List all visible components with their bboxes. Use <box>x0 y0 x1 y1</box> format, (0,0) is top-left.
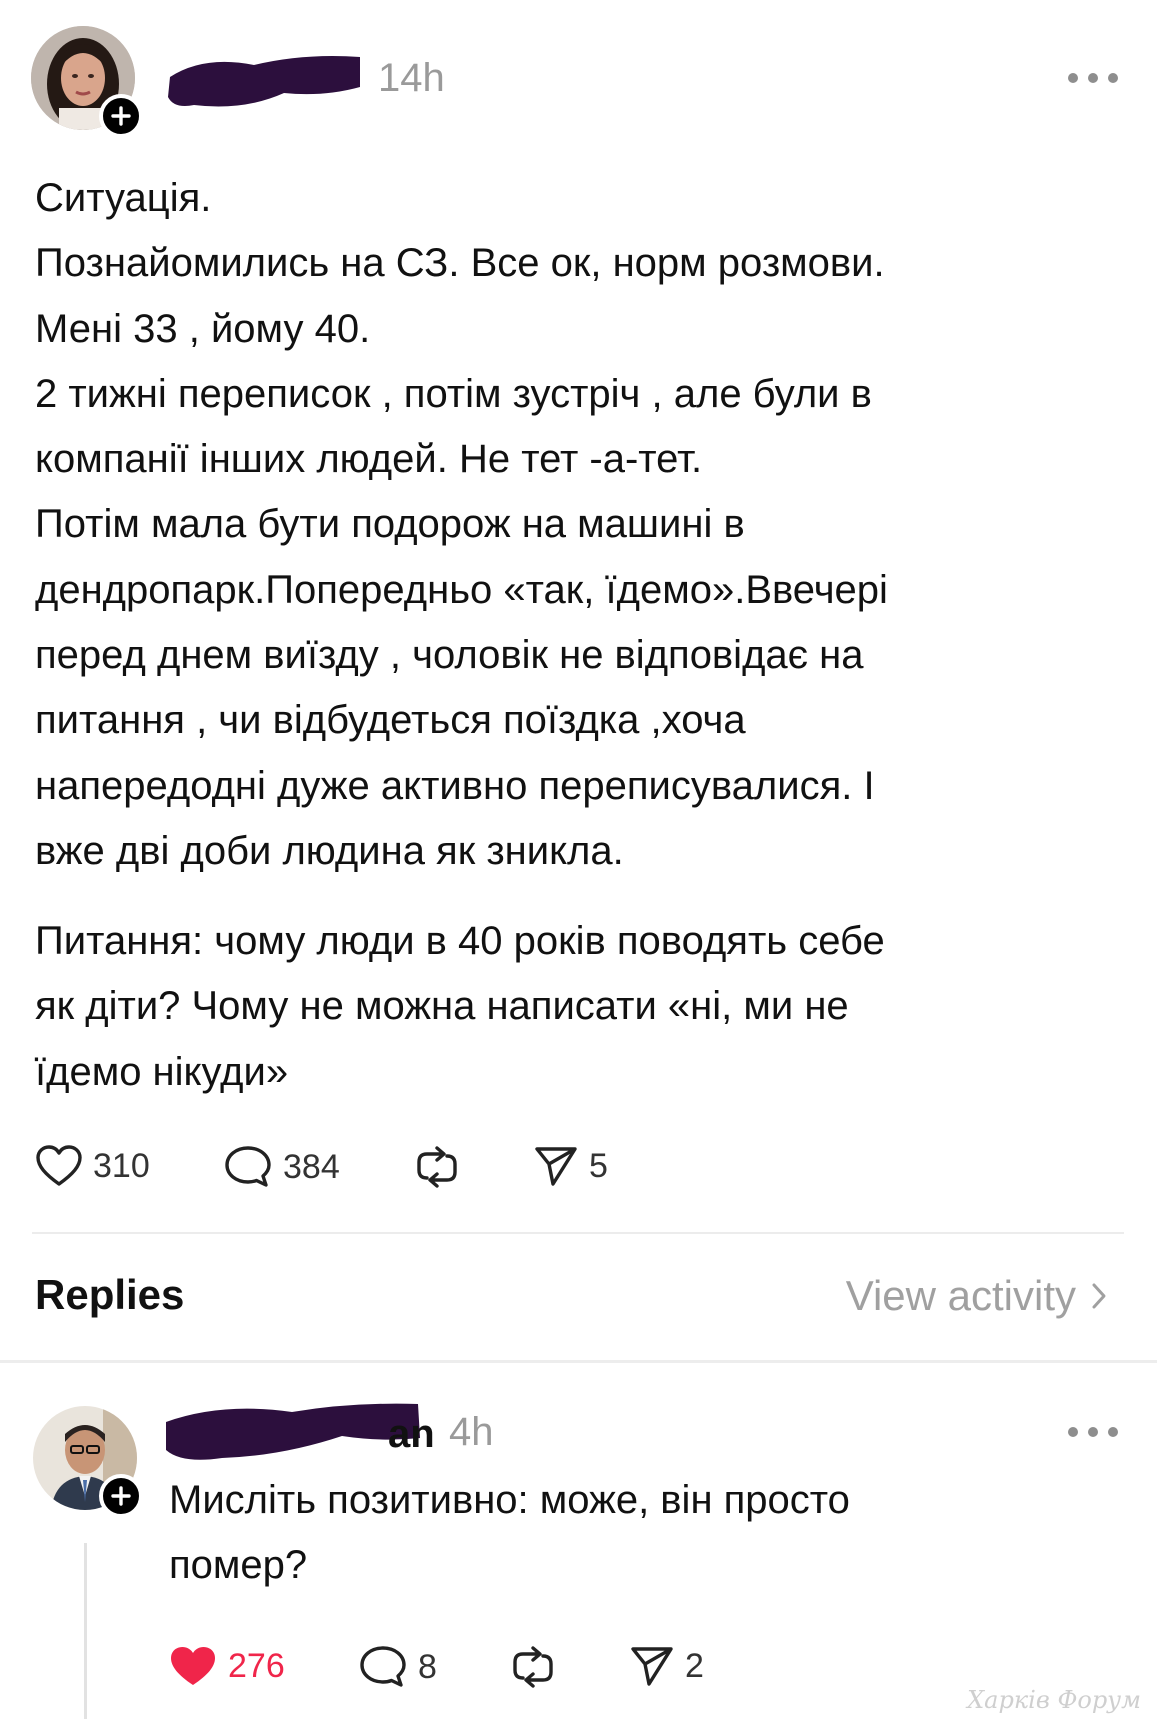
reply-line: Мисліть позитивно: може, він просто <box>169 1478 850 1522</box>
reply-time: 4h <box>449 1410 494 1454</box>
repost-icon <box>513 1646 553 1688</box>
post-line: Потім мала бути подорож на машині в <box>35 502 745 547</box>
reply-repost-button[interactable] <box>509 1644 557 1690</box>
more-options-icon[interactable] <box>1068 1425 1118 1439</box>
reply-line: помер? <box>169 1543 308 1587</box>
post-time: 14h <box>378 56 445 100</box>
divider <box>0 1360 1157 1363</box>
share-count: 2 <box>685 1646 704 1685</box>
heart-icon <box>36 1145 82 1186</box>
post-line: Мені 33 , йому 40. <box>35 306 371 351</box>
thread-line <box>84 1543 87 1719</box>
post-line: дендропарк.Попередньо «так, їдемо».Ввече… <box>35 567 888 612</box>
redacted-username <box>168 56 360 107</box>
post-line: Познайомились на СЗ. Все ок, норм розмов… <box>35 241 885 286</box>
share-count: 5 <box>589 1146 608 1185</box>
comment-count: 384 <box>283 1147 340 1186</box>
comment-count: 8 <box>418 1647 437 1686</box>
reply-author-name-fragment: an <box>388 1412 435 1456</box>
post-like-button[interactable]: 310 <box>35 1144 150 1188</box>
post-line: Питання: чому люди в 40 років поводять с… <box>35 919 885 963</box>
reply-like-button[interactable]: 276 <box>168 1644 285 1688</box>
heart-filled-icon <box>171 1647 215 1685</box>
post-share-button[interactable]: 5 <box>533 1144 608 1188</box>
more-options-icon[interactable] <box>1068 71 1118 85</box>
post-body: Ситуація. Познайомились на СЗ. Все ок, н… <box>35 166 1115 884</box>
post-line: компанії інших людей. Не тет -а-тет. <box>35 437 703 482</box>
replies-heading: Replies <box>35 1271 185 1318</box>
post-line: питання , чи відбудеться поїздка ,хоча <box>35 698 746 743</box>
post-repost-button[interactable] <box>413 1144 461 1190</box>
watermark: Харків Форум <box>967 1686 1141 1714</box>
chevron-right-icon <box>1092 1283 1106 1309</box>
view-activity-link[interactable]: View activity <box>846 1272 1112 1320</box>
send-icon <box>631 1647 673 1686</box>
send-icon <box>535 1147 577 1186</box>
follow-plus-icon[interactable] <box>99 1474 143 1518</box>
follow-plus-icon[interactable] <box>99 94 143 138</box>
reply-share-button[interactable]: 2 <box>629 1644 704 1688</box>
like-count: 276 <box>228 1646 285 1685</box>
divider <box>32 1232 1124 1234</box>
like-count: 310 <box>93 1146 150 1185</box>
repost-icon <box>417 1146 457 1188</box>
post-question: Питання: чому люди в 40 років поводять с… <box>35 909 1115 1105</box>
reply-comment-button[interactable]: 8 <box>358 1644 437 1690</box>
post-line: Ситуація. <box>35 176 212 220</box>
post-line: 2 тижні переписок , потім зустріч , але … <box>35 371 872 416</box>
reply-body: Мисліть позитивно: може, він просто поме… <box>169 1468 1119 1598</box>
post-line: вже дві доби людина як зникла. <box>35 828 624 873</box>
redacted-username <box>166 1403 420 1460</box>
post-line: напередодні дуже активно переписувалися.… <box>35 763 875 808</box>
post-line: перед днем виїзду , чоловік не відповіда… <box>35 633 864 678</box>
comment-icon <box>360 1646 406 1687</box>
post-comment-button[interactable]: 384 <box>223 1144 340 1190</box>
post-line: їдемо нікуди» <box>35 1049 289 1094</box>
view-activity-label: View activity <box>845 1272 1076 1319</box>
post-line: як діти? Чому не можна написати «ні, ми … <box>35 984 849 1029</box>
comment-icon <box>225 1146 271 1187</box>
